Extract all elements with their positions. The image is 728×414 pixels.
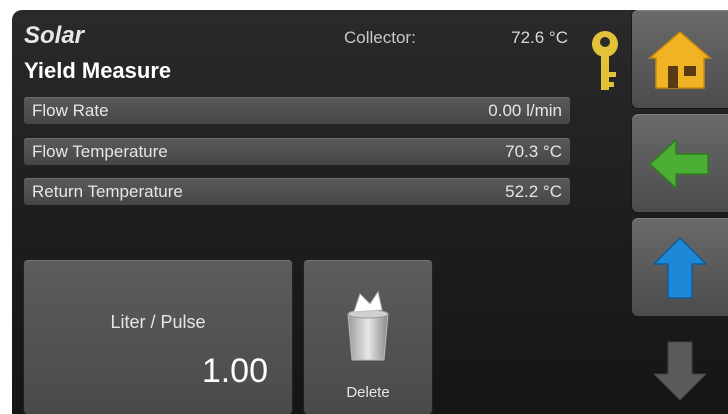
arrow-left-icon xyxy=(648,138,709,190)
flow-rate-value: 0.00 l/min xyxy=(488,100,562,120)
flow-rate-row: Flow Rate 0.00 l/min xyxy=(24,97,570,124)
delete-label: Delete xyxy=(346,384,390,401)
page-title: Solar xyxy=(24,22,85,49)
arrow-down-icon xyxy=(652,341,708,401)
down-button[interactable] xyxy=(632,322,728,414)
arrow-up-icon xyxy=(652,236,708,299)
up-button[interactable] xyxy=(632,218,728,316)
return-temperature-value: 52.2 °C xyxy=(505,181,562,201)
flow-temperature-row: Flow Temperature 70.3 °C xyxy=(24,138,570,165)
return-temperature-label: Return Temperature xyxy=(32,181,183,201)
collector-value: 72.6 °C xyxy=(511,28,568,47)
solar-screen: Solar Yield Measure Collector: 72.6 °C F… xyxy=(12,10,728,414)
trash-icon xyxy=(347,290,389,361)
home-icon xyxy=(647,31,713,89)
delete-button[interactable]: Delete xyxy=(304,260,432,414)
flow-temperature-value: 70.3 °C xyxy=(505,141,562,161)
collector-label: Collector: xyxy=(344,28,416,47)
liter-per-pulse-value: 1.00 xyxy=(201,352,268,390)
return-temperature-row: Return Temperature 52.2 °C xyxy=(24,178,570,205)
flow-temperature-label: Flow Temperature xyxy=(32,141,168,161)
flow-rate-label: Flow Rate xyxy=(32,100,109,120)
home-button[interactable] xyxy=(632,10,728,108)
liter-per-pulse-label: Liter / Pulse xyxy=(110,312,206,332)
key-icon xyxy=(592,31,618,90)
back-button[interactable] xyxy=(632,114,728,212)
page-subtitle: Yield Measure xyxy=(24,58,172,83)
liter-per-pulse-button[interactable]: Liter / Pulse 1.00 xyxy=(24,260,292,414)
